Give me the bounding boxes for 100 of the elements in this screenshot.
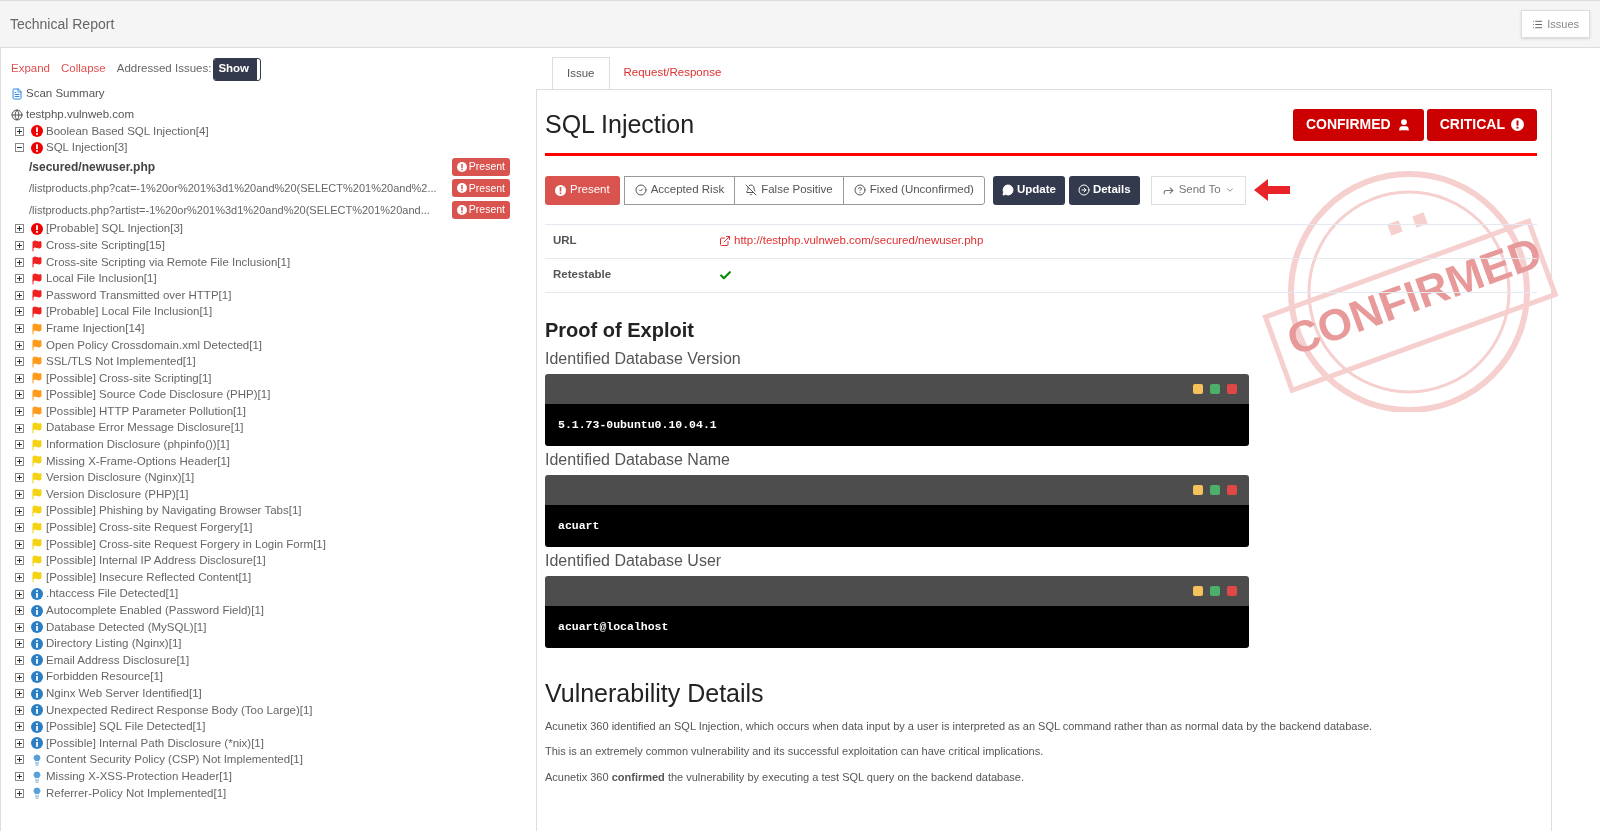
issue-tree-item[interactable]: [Probable] Local File Inclusion[1] bbox=[46, 303, 213, 321]
issue-tree-item[interactable]: SQL Injection[3] bbox=[46, 139, 128, 157]
expand-icon[interactable] bbox=[15, 689, 24, 699]
expand-icon[interactable] bbox=[15, 539, 24, 549]
expand-icon[interactable] bbox=[15, 655, 24, 665]
expand-icon[interactable] bbox=[15, 589, 24, 599]
expand-icon[interactable] bbox=[15, 324, 24, 334]
status-button[interactable]: Present bbox=[545, 175, 620, 205]
issue-tree-item[interactable]: Email Address Disclosure[1] bbox=[46, 651, 190, 670]
issue-tree-item[interactable]: [Possible] SQL File Detected[1] bbox=[46, 718, 206, 736]
expand-icon[interactable] bbox=[15, 523, 24, 533]
issue-tree-item[interactable]: Content Security Policy (CSP) Not Implemented[1] bbox=[46, 751, 303, 769]
issue-tree-item[interactable]: [Possible] Cross-site Request Forgery in Login Form[1] bbox=[46, 535, 326, 553]
expand-icon[interactable] bbox=[15, 373, 24, 383]
issue-tree-item[interactable]: .htaccess File Detected[1] bbox=[46, 585, 179, 603]
issue-tree-item[interactable]: [Possible] Cross-site Request Forgery[1] bbox=[46, 519, 253, 537]
issue-tree-item[interactable]: Forbidden Resource[1] bbox=[46, 668, 163, 686]
issue-url-item[interactable]: /listproducts.php?artist=-1%20or%201%3d1%20and%20(SELECT%201%20and... bbox=[29, 201, 430, 219]
expand-icon[interactable] bbox=[15, 772, 24, 782]
issue-tree-item[interactable]: Information Disclosure (phpinfo())[1] bbox=[46, 436, 230, 454]
expand-icon[interactable] bbox=[15, 290, 24, 300]
issue-tree-item[interactable]: Missing X-XSS-Protection Header[1] bbox=[46, 767, 232, 786]
issue-tree-item[interactable]: Version Disclosure (Nginx)[1] bbox=[46, 469, 195, 487]
expand-icon[interactable] bbox=[15, 639, 24, 649]
expand-icon[interactable] bbox=[15, 390, 24, 400]
issue-url-item[interactable]: /secured/newuser.php bbox=[29, 157, 156, 176]
issue-tree-item[interactable]: Referrer-Policy Not Implemented[1] bbox=[46, 784, 227, 802]
collapse-icon[interactable] bbox=[15, 143, 24, 153]
expand-icon[interactable] bbox=[15, 572, 24, 582]
url-link[interactable]: http://testphp.vulnweb.com/secured/newuser.php bbox=[719, 232, 984, 250]
arrow-circle-icon bbox=[1077, 184, 1090, 196]
issue-url-item[interactable]: /listproducts.php?cat=-1%20or%201%3d1%20and%20(SELECT%201%20and%2... bbox=[29, 180, 437, 197]
expand-icon[interactable] bbox=[15, 788, 24, 798]
expand-link[interactable]: Expand bbox=[11, 60, 50, 78]
expand-icon[interactable] bbox=[15, 490, 24, 499]
issue-tree-item[interactable]: Local File Inclusion[1] bbox=[46, 270, 157, 288]
expand-icon[interactable] bbox=[15, 672, 24, 682]
expand-icon[interactable] bbox=[15, 357, 24, 367]
issue-tree-item[interactable]: Frame Injection[14] bbox=[46, 319, 145, 338]
issue-tree-item[interactable]: Directory Listing (Nginx)[1] bbox=[46, 635, 182, 653]
expand-icon[interactable] bbox=[15, 506, 24, 516]
expand-icon[interactable] bbox=[15, 440, 24, 450]
expand-icon[interactable] bbox=[15, 126, 24, 136]
code-text: 5.1.73-0ubuntu0.10.04.1 bbox=[558, 416, 717, 433]
issue-tree-item[interactable]: Nginx Web Server Identified[1] bbox=[46, 685, 202, 703]
expand-icon[interactable] bbox=[15, 606, 24, 616]
issue-tree-item[interactable]: Cross-site Scripting via Remote File Inclusion[1] bbox=[46, 253, 291, 271]
scan-summary-link[interactable]: Scan Summary bbox=[26, 85, 105, 103]
expand-icon[interactable] bbox=[15, 423, 24, 433]
expand-icon[interactable] bbox=[15, 456, 24, 466]
issue-tree-item[interactable]: SSL/TLS Not Implemented[1] bbox=[46, 353, 196, 371]
expand-icon[interactable] bbox=[15, 224, 24, 234]
issue-tree-item[interactable]: [Possible] Internal Path Disclosure (*nix)[1] bbox=[46, 734, 264, 752]
issue-tree-item[interactable]: Open Policy Crossdomain.xml Detected[1] bbox=[46, 336, 263, 354]
issue-tree-item[interactable]: [Possible] Source Code Disclosure (PHP)[1] bbox=[46, 386, 271, 404]
issue-tree-item[interactable]: Unexpected Redirect Response Body (Too Large)[1] bbox=[46, 701, 313, 719]
status-button[interactable]: Accepted Risk bbox=[623, 175, 736, 205]
question-icon bbox=[853, 184, 866, 196]
expand-icon[interactable] bbox=[15, 722, 24, 732]
expand-icon[interactable] bbox=[15, 473, 24, 483]
present-badge: Present bbox=[451, 157, 510, 176]
issue-tree-item[interactable]: [Possible] Insecure Reflected Content[1] bbox=[46, 568, 252, 587]
status-button[interactable]: False Positive bbox=[734, 175, 844, 205]
issues-button[interactable]: Issues bbox=[1521, 10, 1590, 38]
status-button[interactable]: Fixed (Unconfirmed) bbox=[842, 175, 985, 205]
issue-tree-item[interactable]: Version Disclosure (PHP)[1] bbox=[46, 485, 189, 504]
show-toggle[interactable]: Show bbox=[214, 58, 261, 80]
issue-tree-item[interactable]: Password Transmitted over HTTP[1] bbox=[46, 286, 232, 304]
issue-tree-item[interactable]: Boolean Based SQL Injection[4] bbox=[46, 122, 209, 140]
collapse-link[interactable]: Collapse bbox=[61, 60, 106, 78]
expand-icon[interactable] bbox=[15, 738, 24, 748]
expand-icon[interactable] bbox=[15, 340, 24, 350]
expand-icon[interactable] bbox=[15, 705, 24, 715]
expand-icon[interactable] bbox=[15, 622, 24, 632]
expand-icon[interactable] bbox=[15, 307, 24, 317]
tab[interactable]: Issue bbox=[552, 57, 610, 90]
issue-tree-item[interactable]: Autocomplete Enabled (Password Field)[1] bbox=[46, 602, 264, 620]
issue-tree-item[interactable]: Missing X-Frame-Options Header[1] bbox=[46, 452, 231, 470]
action-button[interactable]: Details bbox=[1068, 175, 1140, 205]
globe-icon bbox=[11, 109, 23, 121]
issue-tree-item[interactable]: [Possible] HTTP Parameter Pollution[1] bbox=[46, 402, 246, 421]
issue-tree-item[interactable]: Database Error Message Disclosure[1] bbox=[46, 419, 244, 437]
issue-tree-item[interactable]: Cross-site Scripting[15] bbox=[46, 236, 165, 255]
expand-icon[interactable] bbox=[15, 274, 24, 284]
expand-icon[interactable] bbox=[15, 241, 24, 251]
expand-icon[interactable] bbox=[15, 257, 24, 267]
send-to-dropdown[interactable]: Send To bbox=[1150, 175, 1246, 205]
expand-icon[interactable] bbox=[15, 407, 24, 416]
expand-icon[interactable] bbox=[15, 556, 24, 566]
action-button[interactable]: Update bbox=[992, 175, 1065, 205]
issue-tree-item[interactable]: [Possible] Phishing by Navigating Browser Tabs[1] bbox=[46, 502, 302, 520]
issue-tree-item[interactable]: [Probable] SQL Injection[3] bbox=[46, 220, 184, 238]
issue-tree-item[interactable]: [Possible] Internal IP Address Disclosure[1] bbox=[46, 552, 266, 570]
expand-icon[interactable] bbox=[15, 755, 24, 765]
tab[interactable]: Request/Response bbox=[609, 56, 736, 89]
issue-tree-item[interactable]: Database Detected (MySQL)[1] bbox=[46, 618, 207, 636]
paragraph: Acunetix 360 identified an SQL Injection, which occurs when data input by a user is interpreted as an SQL command rather than as normal data by the backend database. bbox=[545, 718, 1374, 734]
issue-tree-item[interactable]: [Possible] Cross-site Scripting[1] bbox=[46, 369, 212, 387]
alert-icon bbox=[456, 161, 467, 172]
caret-icon bbox=[1224, 185, 1235, 195]
